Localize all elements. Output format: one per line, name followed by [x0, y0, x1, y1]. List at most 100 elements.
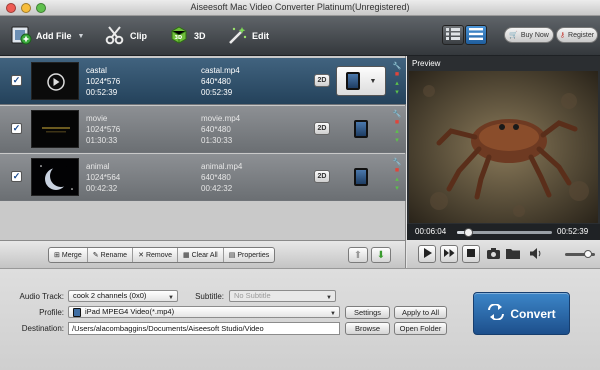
subtitle-label: Subtitle: — [195, 292, 224, 301]
row-tools: 🔧 ■ ▴ ▾ — [392, 158, 402, 192]
chevron-down-icon[interactable]: ▼ — [78, 33, 85, 40]
volume-icon[interactable] — [530, 248, 543, 261]
play-icon — [423, 248, 432, 260]
file-row-movie[interactable]: ✓ movie 1024*576 01:30:33 movie.mp4 640*… — [0, 106, 406, 153]
video-preview[interactable] — [409, 71, 598, 223]
folder-icon[interactable] — [506, 248, 520, 261]
move-down-button[interactable]: ⬇ — [371, 247, 391, 263]
open-folder-button[interactable]: Open Folder — [394, 322, 447, 335]
move-up-button[interactable]: ⬆ — [348, 247, 368, 263]
source-resolution: 1024*576 — [86, 125, 121, 134]
output-duration: 00:42:32 — [201, 184, 233, 193]
volume-slider[interactable] — [565, 250, 595, 258]
buy-now-button[interactable]: 🛒 Buy Now — [504, 27, 554, 43]
delete-icon[interactable]: ■ — [395, 71, 399, 78]
3d-button[interactable]: 3D 3D — [168, 22, 206, 50]
file-row-animal[interactable]: ✓ animal 1024*564 00:42:32 animal.mp4 64… — [0, 154, 406, 201]
delete-icon[interactable]: ■ — [395, 119, 399, 126]
clip-button[interactable]: Clip — [104, 22, 147, 50]
move-up-icon[interactable]: ▴ — [395, 79, 399, 87]
edit-button[interactable]: Edit — [226, 22, 269, 50]
2d-toggle[interactable]: 2D — [314, 122, 330, 135]
settings-button[interactable]: Settings — [345, 306, 390, 319]
move-down-icon[interactable]: ▾ — [395, 88, 399, 96]
merge-button[interactable]: ⊞ Merge — [49, 248, 88, 262]
total-time: 00:52:39 — [557, 227, 589, 236]
move-down-icon[interactable]: ▾ — [395, 136, 399, 144]
row-checkbox[interactable]: ✓ — [11, 75, 22, 86]
trash-icon: ▦ — [183, 252, 190, 259]
remove-icon: ✕ — [138, 252, 144, 259]
source-info: movie 1024*576 01:30:33 — [86, 113, 120, 146]
remove-button[interactable]: ✕ Remove — [133, 248, 179, 262]
wrench-icon[interactable]: 🔧 — [393, 110, 402, 118]
browse-button[interactable]: Browse — [345, 322, 390, 335]
move-up-icon[interactable]: ▴ — [395, 127, 399, 135]
subtitle-value: No Subtitle — [234, 291, 271, 300]
edit-label: Edit — [252, 31, 269, 41]
video-thumbnail[interactable] — [31, 62, 79, 100]
wrench-icon[interactable]: 🔧 — [393, 158, 402, 166]
wrench-icon[interactable]: 🔧 — [393, 62, 402, 70]
move-down-icon[interactable]: ▾ — [395, 184, 399, 192]
clip-label: Clip — [130, 31, 147, 41]
merge-icon: ⊞ — [54, 252, 60, 259]
rename-button[interactable]: ✎ Rename — [88, 248, 134, 262]
camera-icon[interactable] — [487, 248, 500, 261]
subtitle-select[interactable]: No Subtitle ▼ — [229, 290, 336, 302]
current-time: 00:06:04 — [415, 227, 447, 236]
output-name: movie.mp4 — [201, 114, 241, 123]
output-duration: 00:52:39 — [201, 88, 233, 97]
output-resolution: 640*480 — [201, 173, 231, 182]
source-resolution: 1024*564 — [86, 173, 121, 182]
2d-toggle[interactable]: 2D — [314, 74, 330, 87]
svg-text:3D: 3D — [175, 35, 183, 41]
menu-lines-icon — [469, 28, 483, 42]
properties-button[interactable]: ▤ Properties — [224, 248, 275, 262]
apply-to-all-button[interactable]: Apply to All — [394, 306, 447, 319]
stop-button[interactable] — [462, 245, 480, 263]
detail-view-button[interactable] — [465, 25, 487, 45]
destination-field[interactable]: /Users/alacombaggins/Documents/Aiseesoft… — [68, 322, 340, 335]
magic-wand-icon — [226, 24, 252, 48]
profile-select[interactable]: iPad MPEG4 Video(*.mp4) ▼ — [68, 306, 340, 318]
convert-button[interactable]: Convert — [473, 292, 570, 335]
clear-all-button[interactable]: ▦ Clear All — [178, 248, 224, 262]
audio-track-select[interactable]: cook 2 channels (0x0) ▼ — [68, 290, 178, 302]
window-title: Aiseesoft Mac Video Converter Platinum(U… — [190, 2, 410, 12]
register-button[interactable]: ⚷ Register — [556, 27, 598, 43]
row-checkbox[interactable]: ✓ — [11, 171, 22, 182]
output-device-select[interactable] — [336, 162, 386, 192]
ipad-icon — [345, 72, 360, 90]
remove-label: Remove — [145, 251, 173, 259]
source-duration: 00:42:32 — [86, 184, 118, 193]
volume-handle[interactable] — [584, 250, 592, 258]
clear-all-label: Clear All — [191, 251, 218, 259]
output-resolution: 640*480 — [201, 125, 231, 134]
list-action-bar: ⊞ Merge ✎ Rename ✕ Remove ▦ Clear All ▤ … — [0, 240, 406, 268]
rename-label: Rename — [100, 251, 128, 259]
2d-toggle[interactable]: 2D — [314, 170, 330, 183]
output-device-select[interactable] — [336, 114, 386, 144]
chevron-down-icon: ▼ — [168, 295, 174, 301]
file-row-castal[interactable]: ✓ castal 1024*576 00:52:39 castal.mp4 64… — [0, 58, 406, 105]
move-up-icon[interactable]: ▴ — [395, 175, 399, 183]
play-button[interactable] — [418, 245, 436, 263]
profile-value: iPad MPEG4 Video(*.mp4) — [85, 307, 175, 316]
video-thumbnail[interactable] — [31, 110, 79, 148]
output-name: animal.mp4 — [201, 162, 243, 171]
chevron-down-icon: ▼ — [369, 77, 377, 85]
output-resolution: 640*480 — [201, 77, 231, 86]
seek-handle[interactable] — [464, 228, 473, 237]
video-thumbnail[interactable] — [31, 158, 79, 196]
add-file-button[interactable]: Add File ▼ — [10, 22, 84, 50]
rename-icon: ✎ — [92, 252, 99, 259]
fast-forward-button[interactable] — [440, 245, 458, 263]
row-checkbox[interactable]: ✓ — [11, 123, 22, 134]
list-view-button[interactable] — [442, 25, 464, 45]
buy-now-label: Buy Now — [520, 31, 549, 39]
seek-slider[interactable] — [457, 228, 552, 237]
output-device-select[interactable]: ▼ — [336, 66, 386, 96]
row-tools: 🔧 ■ ▴ ▾ — [392, 110, 402, 144]
delete-icon[interactable]: ■ — [395, 167, 399, 174]
